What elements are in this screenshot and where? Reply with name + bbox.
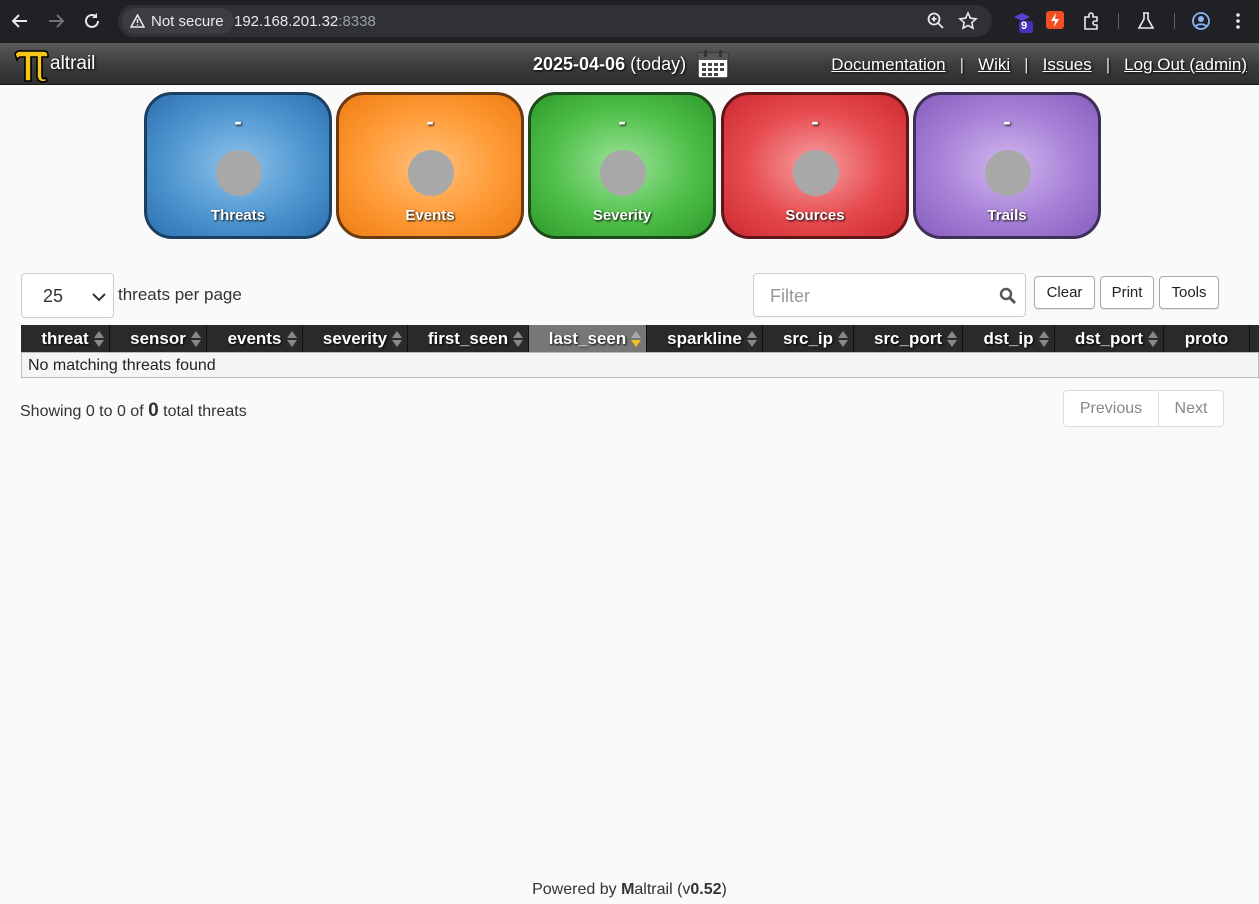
issues-link[interactable]: Issues bbox=[1043, 55, 1092, 75]
app-header: altrail 2025-04-06 (today) Documentation… bbox=[0, 43, 1259, 85]
profile-icon[interactable] bbox=[1191, 11, 1211, 31]
column-header-src-port[interactable]: src_port bbox=[854, 325, 963, 352]
counter-value: - bbox=[618, 109, 626, 134]
column-header-proto[interactable]: proto bbox=[1164, 325, 1250, 352]
nav-separator: | bbox=[1024, 55, 1029, 74]
labs-flask-icon[interactable] bbox=[1136, 11, 1156, 31]
bookmark-star-icon[interactable] bbox=[958, 11, 978, 31]
sort-icon bbox=[191, 331, 201, 347]
security-chip[interactable]: Not secure bbox=[122, 8, 234, 34]
trails-counter[interactable]: - Trails bbox=[913, 92, 1101, 239]
sort-icon bbox=[747, 331, 757, 347]
next-button[interactable]: Next bbox=[1159, 391, 1223, 426]
warning-icon bbox=[130, 14, 145, 28]
per-page-select[interactable]: 25 bbox=[21, 273, 114, 318]
maltrail-logo-icon[interactable] bbox=[12, 47, 50, 83]
column-header-severity[interactable]: severity bbox=[303, 325, 408, 352]
counter-value: - bbox=[234, 109, 242, 134]
sort-icon bbox=[838, 331, 848, 347]
sort-icon bbox=[1148, 331, 1158, 347]
toolbar-separator bbox=[1118, 13, 1119, 29]
sort-icon bbox=[513, 331, 523, 347]
logo-text[interactable]: altrail bbox=[50, 53, 95, 75]
column-header-sensor[interactable]: sensor bbox=[110, 325, 207, 352]
reload-icon[interactable] bbox=[80, 9, 104, 33]
footer: Powered by Maltrail (v0.52) bbox=[532, 881, 727, 898]
column-header-last-seen[interactable]: last_seen bbox=[529, 325, 647, 352]
logout-link[interactable]: Log Out (admin) bbox=[1124, 55, 1247, 75]
url-text[interactable]: 192.168.201.32:8338 bbox=[234, 13, 376, 30]
extension-bolt-icon[interactable] bbox=[1046, 11, 1066, 31]
counter-label: Trails bbox=[987, 207, 1027, 224]
severity-counter[interactable]: - Severity bbox=[528, 92, 716, 239]
column-header-dst-port[interactable]: dst_port bbox=[1055, 325, 1164, 352]
column-header-threat[interactable]: threat bbox=[21, 325, 110, 352]
nav-separator: | bbox=[959, 55, 965, 74]
sort-icon bbox=[1039, 331, 1049, 347]
counter-sparkline-placeholder bbox=[600, 150, 646, 196]
per-page-label: threats per page bbox=[118, 285, 242, 304]
counter-sparkline-placeholder bbox=[985, 150, 1031, 196]
counter-value: - bbox=[1003, 109, 1011, 134]
forward-icon[interactable] bbox=[44, 9, 68, 33]
search-icon[interactable] bbox=[999, 287, 1017, 310]
sources-counter[interactable]: - Sources bbox=[721, 92, 909, 239]
counter-label: Events bbox=[405, 207, 455, 224]
threats-counter[interactable]: - Threats bbox=[144, 92, 332, 239]
more-menu-icon[interactable] bbox=[1228, 11, 1248, 31]
counter-sparkline-placeholder bbox=[216, 150, 262, 196]
sort-icon bbox=[94, 331, 104, 347]
sort-icon bbox=[287, 331, 297, 347]
sort-icon bbox=[947, 331, 957, 347]
nav-separator: | bbox=[1105, 55, 1111, 74]
security-label: Not secure bbox=[151, 12, 224, 30]
threats-table-header: threat sensor events severity first_seen… bbox=[21, 325, 1259, 352]
counter-value: - bbox=[426, 109, 434, 134]
column-header-events[interactable]: events bbox=[207, 325, 303, 352]
browser-toolbar: Not secure 192.168.201.32:8338 9 bbox=[0, 0, 1259, 43]
back-icon[interactable] bbox=[8, 9, 32, 33]
pagination: Previous Next bbox=[1063, 390, 1224, 427]
events-counter[interactable]: - Events bbox=[336, 92, 524, 239]
sort-icon bbox=[392, 331, 402, 347]
column-header-src-ip[interactable]: src_ip bbox=[763, 325, 854, 352]
top-navigation: Documentation | Wiki | Issues | Log Out … bbox=[831, 55, 1247, 75]
counter-value: - bbox=[811, 109, 819, 134]
extensions-puzzle-icon[interactable] bbox=[1082, 11, 1102, 31]
current-date[interactable]: 2025-04-06 (today) bbox=[533, 54, 686, 75]
column-header-dst-ip[interactable]: dst_ip bbox=[963, 325, 1055, 352]
extension-badge-count: 9 bbox=[1021, 20, 1028, 32]
counter-sparkline-placeholder bbox=[408, 150, 454, 196]
threats-table-body: No matching threats found bbox=[21, 352, 1259, 378]
filter-placeholder: Filter bbox=[770, 286, 810, 306]
clear-button[interactable]: Clear bbox=[1034, 276, 1095, 309]
zoom-icon[interactable] bbox=[926, 11, 946, 31]
counter-label: Severity bbox=[592, 207, 652, 224]
counter-label: Threats bbox=[210, 207, 266, 224]
print-button[interactable]: Print bbox=[1100, 276, 1154, 309]
column-header-sparkline[interactable]: sparkline bbox=[647, 325, 763, 352]
per-page-value: 25 bbox=[43, 286, 64, 306]
wiki-link[interactable]: Wiki bbox=[978, 55, 1010, 75]
calendar-icon[interactable] bbox=[697, 49, 729, 79]
empty-table-message: No matching threats found bbox=[28, 357, 216, 374]
documentation-link[interactable]: Documentation bbox=[831, 55, 945, 75]
extension-badge-icon[interactable]: 9 bbox=[1011, 11, 1033, 33]
sort-desc-icon bbox=[631, 331, 641, 347]
tools-button[interactable]: Tools bbox=[1159, 276, 1219, 309]
chevron-down-icon bbox=[91, 288, 107, 309]
counter-label: Sources bbox=[785, 207, 845, 224]
address-bar[interactable]: Not secure 192.168.201.32:8338 bbox=[118, 5, 992, 37]
toolbar-separator bbox=[1174, 13, 1175, 29]
previous-button[interactable]: Previous bbox=[1064, 391, 1159, 426]
counter-sparkline-placeholder bbox=[793, 150, 839, 196]
filter-input[interactable]: Filter bbox=[753, 273, 1026, 317]
table-summary: Showing 0 to 0 of 0 total threats bbox=[20, 400, 247, 421]
column-header-first-seen[interactable]: first_seen bbox=[408, 325, 529, 352]
